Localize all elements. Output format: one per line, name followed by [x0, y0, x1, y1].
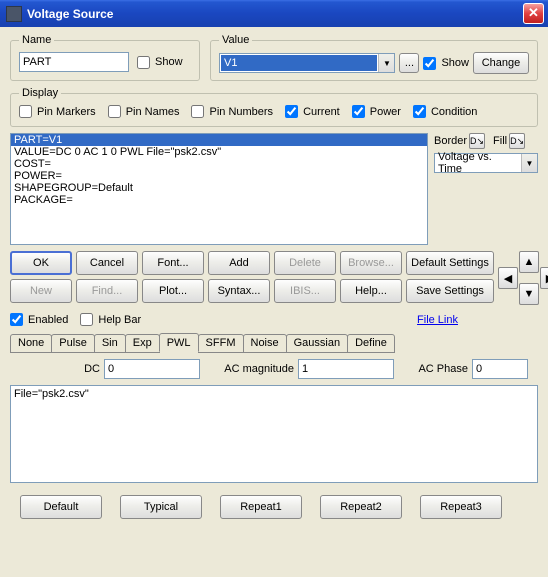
fill-label: Fill: [493, 135, 507, 147]
arrow-left-button[interactable]: ◀: [498, 267, 518, 289]
waveform-definition-text: File="psk2.csv": [14, 388, 89, 400]
value-text: V1: [221, 55, 377, 71]
ibis-button[interactable]: IBIS...: [274, 279, 336, 303]
close-button[interactable]: ✕: [523, 3, 544, 24]
display-pin-names-label: Pin Names: [126, 106, 180, 118]
repeat2-button[interactable]: Repeat2: [320, 495, 402, 519]
helpbar-label: Help Bar: [98, 314, 141, 326]
acphase-input[interactable]: [472, 359, 528, 379]
arrow-right-button[interactable]: ▶: [540, 267, 548, 289]
arrow-pad: ▲ ▼ ◀ ▶: [498, 251, 548, 305]
value-show-label: Show: [441, 57, 469, 69]
waveform-definition-box[interactable]: File="psk2.csv": [10, 385, 538, 483]
display-current-label: Current: [303, 106, 340, 118]
name-legend: Name: [19, 34, 54, 46]
tab-sin[interactable]: Sin: [94, 334, 126, 353]
tab-none[interactable]: None: [10, 334, 52, 353]
display-current-checkbox[interactable]: [285, 105, 298, 118]
tab-pwl[interactable]: PWL: [159, 333, 199, 352]
helpbar-checkbox[interactable]: [80, 313, 93, 326]
app-icon: [6, 6, 22, 22]
display-pin-markers-checkbox[interactable]: [19, 105, 32, 118]
attribute-line[interactable]: POWER=: [11, 170, 427, 182]
display-power-checkbox[interactable]: [352, 105, 365, 118]
acphase-label: AC Phase: [398, 363, 468, 375]
delete-button[interactable]: Delete: [274, 251, 336, 275]
attribute-line[interactable]: PACKAGE=: [11, 194, 427, 206]
find-button[interactable]: Find...: [76, 279, 138, 303]
plot-type-dropdown-button[interactable]: ▼: [521, 154, 537, 172]
savesettings-button[interactable]: Save Settings: [406, 279, 494, 303]
syntax-button[interactable]: Syntax...: [208, 279, 270, 303]
display-pin-numbers-checkbox[interactable]: [191, 105, 204, 118]
default-button[interactable]: Default: [20, 495, 102, 519]
typical-button[interactable]: Typical: [120, 495, 202, 519]
display-condition-label: Condition: [431, 106, 477, 118]
arrow-up-button[interactable]: ▲: [519, 251, 539, 273]
window-title: Voltage Source: [27, 7, 523, 21]
value-show-checkbox[interactable]: [423, 57, 436, 70]
font-button[interactable]: Font...: [142, 251, 204, 275]
enabled-label: Enabled: [28, 314, 68, 326]
browse-button[interactable]: Browse...: [340, 251, 402, 275]
fill-style-button[interactable]: D↘: [509, 133, 525, 149]
tab-gaussian[interactable]: Gaussian: [286, 334, 348, 353]
waveform-tabs: NonePulseSinExpPWLSFFMNoiseGaussianDefin…: [10, 334, 538, 353]
name-group: Name Show: [10, 34, 200, 81]
ok-button[interactable]: OK: [10, 251, 72, 275]
name-show-checkbox[interactable]: [137, 56, 150, 69]
plot-type-value: Voltage vs. Time: [435, 151, 521, 175]
value-ellipsis-button[interactable]: ...: [399, 53, 419, 73]
repeat3-button[interactable]: Repeat3: [420, 495, 502, 519]
title-bar: Voltage Source ✕: [0, 0, 548, 27]
file-link[interactable]: File Link: [417, 314, 458, 326]
value-dropdown-button[interactable]: ▼: [378, 54, 394, 72]
display-pin-markers-label: Pin Markers: [37, 106, 96, 118]
help-button[interactable]: Help...: [340, 279, 402, 303]
dc-input[interactable]: [104, 359, 200, 379]
value-legend: Value: [219, 34, 252, 46]
border-label: Border: [434, 135, 467, 147]
value-group: Value V1 ▼ ... Show Change: [210, 34, 538, 81]
arrow-down-button[interactable]: ▼: [519, 283, 539, 305]
enabled-checkbox[interactable]: [10, 313, 23, 326]
display-condition-checkbox[interactable]: [413, 105, 426, 118]
acmag-label: AC magnitude: [204, 363, 294, 375]
display-pin-names-checkbox[interactable]: [108, 105, 121, 118]
tab-sffm[interactable]: SFFM: [198, 334, 244, 353]
dc-label: DC: [10, 363, 100, 375]
tab-exp[interactable]: Exp: [125, 334, 160, 353]
name-input[interactable]: [19, 52, 129, 72]
border-style-button[interactable]: D↘: [469, 133, 485, 149]
plot-type-dropdown[interactable]: Voltage vs. Time ▼: [434, 153, 538, 173]
repeat1-button[interactable]: Repeat1: [220, 495, 302, 519]
acmag-input[interactable]: [298, 359, 394, 379]
name-show-label: Show: [155, 56, 183, 68]
attribute-line[interactable]: VALUE=DC 0 AC 1 0 PWL File="psk2.csv": [11, 146, 427, 158]
tab-pulse[interactable]: Pulse: [51, 334, 95, 353]
defaultsettings-button[interactable]: Default Settings: [406, 251, 494, 275]
new-button[interactable]: New: [10, 279, 72, 303]
attribute-line[interactable]: SHAPEGROUP=Default: [11, 182, 427, 194]
tab-noise[interactable]: Noise: [243, 334, 287, 353]
cancel-button[interactable]: Cancel: [76, 251, 138, 275]
change-button[interactable]: Change: [473, 52, 529, 74]
attribute-line[interactable]: PART=V1: [11, 134, 427, 146]
display-group: Display Pin Markers Pin Names Pin Numbers C…: [10, 87, 538, 127]
tab-define[interactable]: Define: [347, 334, 395, 353]
display-power-label: Power: [370, 106, 401, 118]
attribute-line[interactable]: COST=: [11, 158, 427, 170]
display-pin-numbers-label: Pin Numbers: [209, 106, 273, 118]
display-legend: Display: [19, 87, 61, 99]
plot-button[interactable]: Plot...: [142, 279, 204, 303]
dialog-body: Name Show Value V1 ▼ ... Show: [0, 27, 548, 526]
add-button[interactable]: Add: [208, 251, 270, 275]
attribute-listbox[interactable]: PART=V1VALUE=DC 0 AC 1 0 PWL File="psk2.…: [10, 133, 428, 245]
value-combobox[interactable]: V1 ▼: [219, 53, 395, 73]
